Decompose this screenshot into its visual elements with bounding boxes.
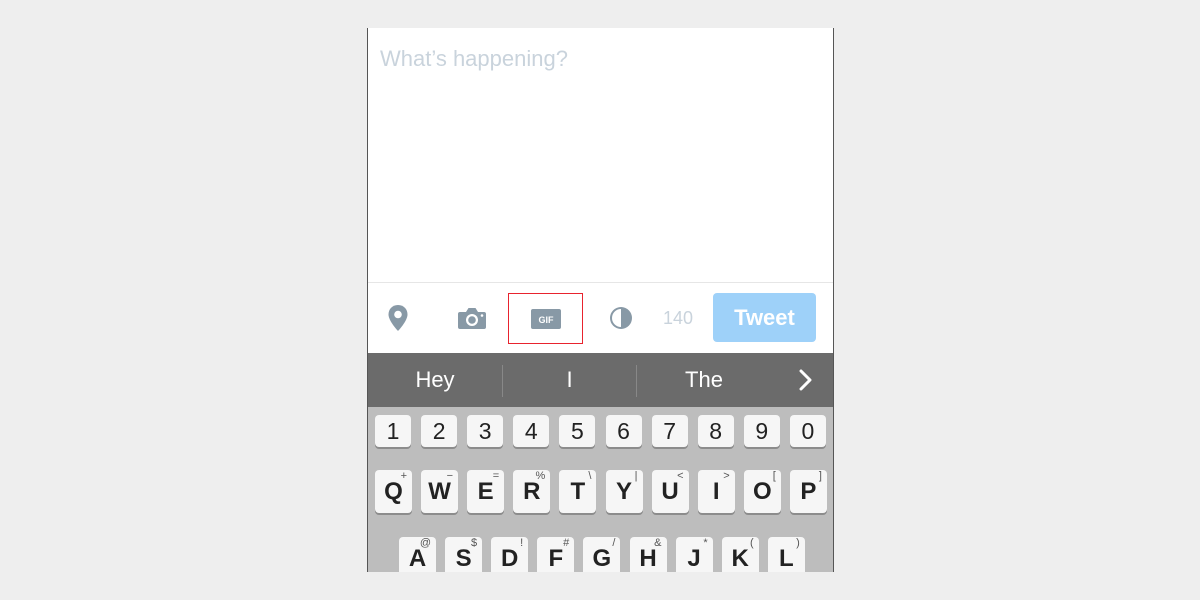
key-7[interactable]: 7 [651,415,688,447]
key-label: 0 [801,417,815,444]
key-secondary-label: | [634,470,638,482]
character-counter: 140 [662,307,694,328]
key-o[interactable]: O[ [743,470,781,513]
key-label: A [408,544,427,572]
tweet-button[interactable]: Tweet [713,293,816,342]
key-q[interactable]: Q + [375,470,412,513]
key-8[interactable]: 8 [697,415,734,447]
location-button[interactable] [378,283,418,353]
key-r[interactable]: R% [513,470,551,513]
key-0[interactable]: 0 [789,415,826,447]
key-label: 4 [524,417,538,444]
key-u[interactable]: U < [651,470,689,513]
suggestion-item[interactable]: I [503,353,636,407]
key-secondary-label: * [703,537,708,549]
key-label: T [570,477,586,505]
key-label: 9 [755,417,769,444]
key-secondary-label: + [400,470,407,482]
key-label: Q [384,477,403,505]
key-label: Y [615,477,632,505]
key-6[interactable]: 6 [605,415,642,447]
gif-icon-label: GIF [538,315,554,325]
compose-input[interactable] [380,44,820,74]
key-1[interactable]: 1 [375,415,411,447]
key-label: 2 [432,417,446,444]
key-label: I [712,477,720,505]
keyboard: 1234567890 Q + W − E = R% T \ Y | U < I > O[P] A @ S $ D! F #… [368,407,833,572]
key-l[interactable]: L) [767,537,805,572]
key-label: O [752,477,772,505]
key-secondary-label: ] [818,470,822,482]
key-g[interactable]: G / [583,537,621,572]
key-secondary-label: ) [796,537,800,549]
key-secondary-label: < [677,470,684,482]
key-label: L [778,544,794,572]
key-t[interactable]: T \ [559,470,597,513]
key-secondary-label: & [654,537,662,549]
suggestion-more-button[interactable] [786,353,826,407]
key-label: E [477,477,494,505]
key-label: D [501,544,519,572]
key-label: G [592,544,612,572]
key-e[interactable]: E = [467,470,505,513]
key-secondary-label: @ [419,537,431,549]
key-label: K [731,544,749,572]
key-a[interactable]: A @ [399,537,436,572]
key-label: 6 [617,417,630,444]
key-label: S [455,544,472,572]
key-2[interactable]: 2 [421,415,458,447]
gif-button[interactable]: GIF [508,293,583,344]
key-secondary-label: # [563,537,570,549]
key-label: U [661,477,679,505]
key-secondary-label: $ [470,537,478,549]
key-4[interactable]: 4 [513,415,550,447]
chevron-right-icon [799,369,812,391]
suggestion-bar: Hey I The [368,353,833,407]
key-3[interactable]: 3 [467,415,504,447]
poll-icon [610,307,632,329]
suggestion-item[interactable]: Hey [368,353,502,407]
suggestion-item[interactable]: The [637,353,771,407]
key-j[interactable]: J * [675,537,713,572]
key-label: 7 [663,417,676,444]
key-secondary-label: − [446,470,454,482]
key-secondary-label: \ [588,470,592,482]
camera-button[interactable] [452,283,492,353]
key-d[interactable]: D! [491,537,529,572]
location-pin-icon [388,305,408,331]
key-k[interactable]: K( [721,537,759,572]
key-secondary-label: = [492,470,500,482]
phone-screen: GIF 140 Tweet Hey I The 1234567890 Q+W−E… [367,28,834,572]
key-label: 8 [709,417,723,444]
key-5[interactable]: 5 [559,415,596,447]
key-label: P [800,477,817,505]
key-label: 5 [570,417,584,444]
compose-toolbar: GIF 140 Tweet [368,283,833,353]
key-secondary-label: ! [520,537,524,549]
poll-button[interactable] [601,283,641,353]
key-label: W [428,477,451,505]
gif-icon: GIF [530,308,561,329]
compose-area[interactable] [368,28,833,282]
key-label: J [687,544,701,572]
camera-icon [458,308,486,329]
key-9[interactable]: 9 [743,415,780,447]
key-secondary-label: % [535,470,546,482]
key-s[interactable]: S $ [445,537,483,572]
key-label: R [523,477,541,505]
key-h[interactable]: H & [629,537,667,572]
key-w[interactable]: W − [421,470,459,513]
key-f[interactable]: F # [537,537,575,572]
key-label: H [639,544,657,572]
key-secondary-label: > [723,470,730,482]
key-label: 1 [386,417,400,444]
key-secondary-label: ( [750,537,754,549]
key-label: F [548,544,564,572]
key-p[interactable]: P] [789,470,827,513]
key-y[interactable]: Y | [605,470,643,513]
key-secondary-label: [ [772,470,776,482]
key-label: 3 [478,417,492,444]
key-i[interactable]: I > [697,470,735,513]
key-secondary-label: / [612,537,616,549]
